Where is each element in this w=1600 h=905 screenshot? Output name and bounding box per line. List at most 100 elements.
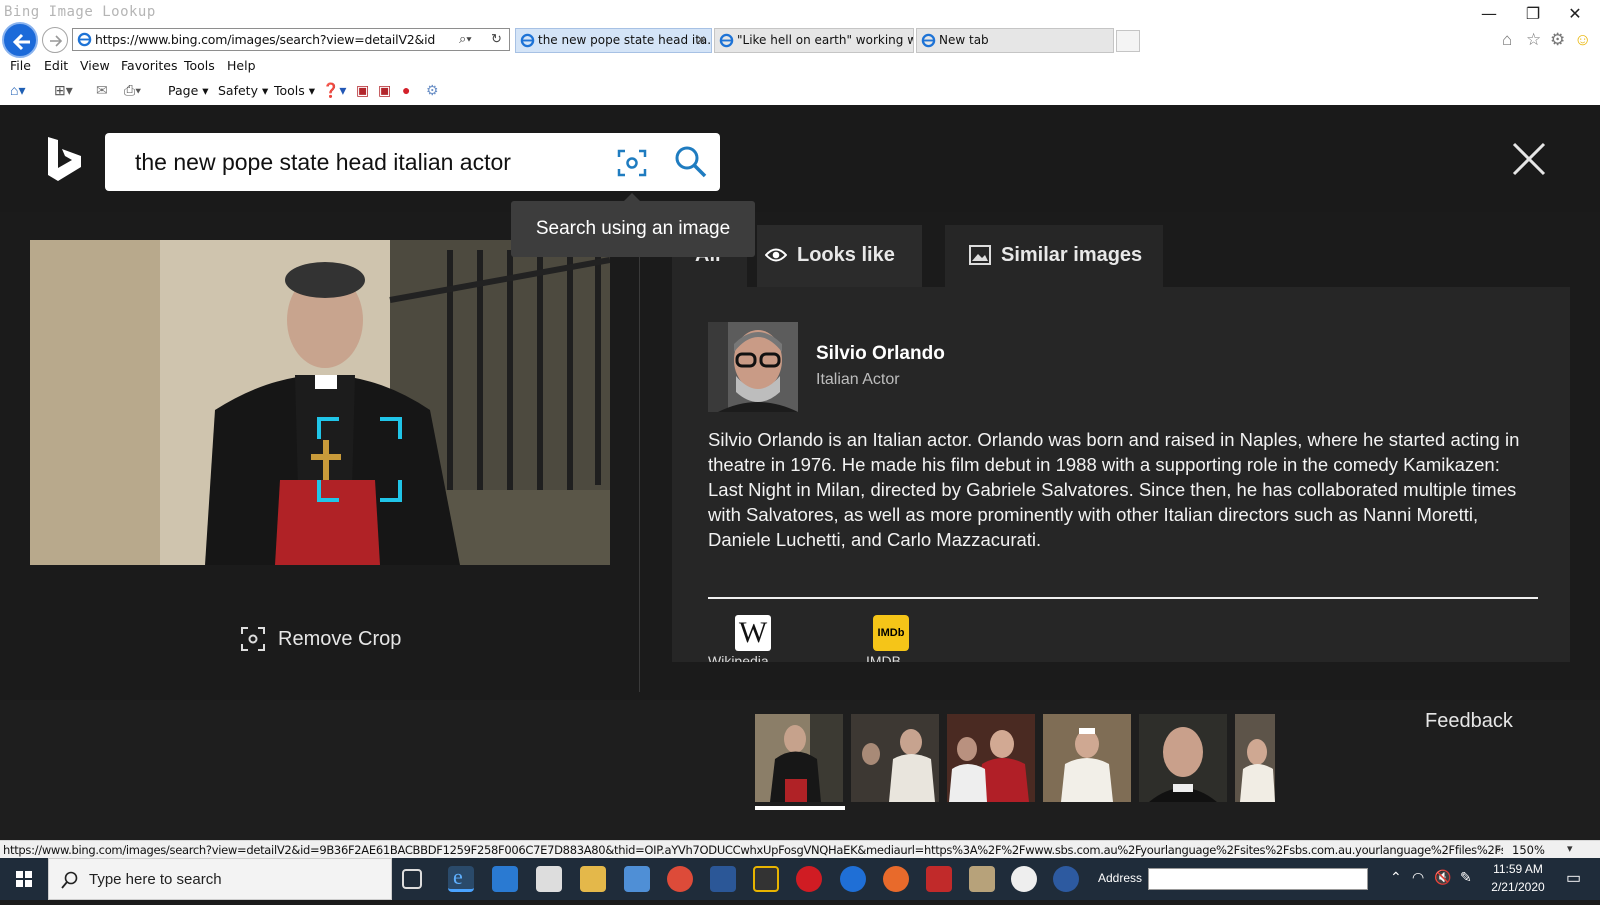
thumb-photo — [947, 714, 1035, 802]
taskbar-date[interactable]: 2/21/2020 — [1486, 880, 1550, 894]
related-image-thumb[interactable] — [1139, 714, 1227, 802]
tab-bing-search[interactable]: the new pope state head ita... ✕ — [515, 28, 712, 53]
wikipedia-icon[interactable]: W — [735, 615, 771, 651]
menu-help[interactable]: Help — [227, 58, 256, 73]
wifi-icon[interactable]: ◠ — [1412, 869, 1424, 886]
app-icon[interactable] — [1053, 866, 1079, 892]
windows-logo-icon — [16, 871, 32, 887]
imdb-icon[interactable]: IMDb — [873, 615, 909, 651]
help-icon[interactable]: ❓▾ — [322, 82, 346, 99]
task-view-icon[interactable] — [402, 869, 422, 889]
tab-looks-like[interactable]: Looks like — [757, 225, 922, 287]
visual-search-icon[interactable] — [615, 146, 649, 180]
bing-logo-icon[interactable] — [46, 135, 84, 183]
edge-icon[interactable] — [840, 866, 866, 892]
ie-icon — [921, 33, 936, 48]
print-icon[interactable]: ⎙▾ — [124, 82, 141, 99]
restore-button[interactable]: ❐ — [1511, 2, 1555, 26]
minimize-button[interactable]: — — [1467, 2, 1511, 26]
tools-menu[interactable]: Tools ▾ — [274, 83, 315, 98]
menu-tools[interactable]: Tools — [184, 58, 215, 73]
tab-similar-images[interactable]: Similar images — [945, 225, 1163, 287]
pen-icon[interactable]: ✎ — [1460, 869, 1472, 886]
related-image-thumb[interactable] — [947, 714, 1035, 802]
home-icon[interactable]: ⌂▾ — [10, 82, 25, 99]
favorites-star-icon[interactable]: ☆ — [1526, 30, 1541, 50]
tab-close-icon[interactable]: ✕ — [696, 29, 706, 52]
forward-button[interactable] — [42, 27, 68, 53]
menu-favorites[interactable]: Favorites — [121, 58, 177, 73]
crop-selection-box[interactable] — [317, 417, 402, 502]
search-box[interactable]: the new pope state head italian actor — [105, 133, 720, 191]
chrome-icon[interactable] — [667, 866, 693, 892]
search-icon[interactable] — [673, 144, 709, 180]
related-image-thumb[interactable] — [1043, 714, 1131, 802]
feeds-icon[interactable]: ⊞▾ — [54, 82, 73, 99]
menu-file[interactable]: File — [10, 58, 31, 73]
taskbar-address-label: Address — [1098, 871, 1143, 885]
norton-icon[interactable] — [753, 866, 779, 892]
close-window-button[interactable]: ✕ — [1553, 2, 1597, 26]
menu-edit[interactable]: Edit — [44, 58, 68, 73]
addon-icon[interactable]: ▣ — [356, 82, 369, 99]
firefox-icon[interactable] — [883, 866, 909, 892]
ie-icon — [520, 33, 535, 48]
person-thumbnail[interactable] — [708, 322, 798, 412]
related-images-strip: Feedback — [0, 700, 1600, 840]
feedback-link[interactable]: Feedback — [1425, 710, 1513, 733]
zoom-level[interactable]: 150% — [1512, 843, 1545, 857]
pinterest-icon[interactable]: ● — [402, 82, 410, 98]
zoom-icon[interactable]: ⌕ — [1495, 842, 1502, 857]
tab-label: the new pope state head ita... — [538, 33, 712, 47]
search-input[interactable]: the new pope state head italian actor — [135, 149, 511, 176]
settings-gear-icon[interactable]: ⚙ — [1550, 30, 1565, 50]
chevron-up-icon[interactable]: ⌃ — [1390, 869, 1402, 886]
new-tab-button[interactable] — [1116, 30, 1140, 52]
mail-icon[interactable]: ✉ — [96, 82, 108, 99]
related-image-thumb[interactable] — [755, 714, 843, 802]
tab-label: "Like hell on earth" working wi... — [737, 33, 914, 47]
close-icon[interactable] — [1510, 140, 1548, 178]
safety-menu[interactable]: Safety ▾ — [218, 83, 268, 98]
search-dropdown-icon[interactable]: ⌕▾ — [459, 31, 472, 47]
home-icon[interactable]: ⌂ — [1502, 30, 1512, 50]
back-button[interactable] — [2, 22, 38, 58]
tab-new[interactable]: New tab — [916, 28, 1114, 53]
ie-taskbar-icon[interactable]: e — [448, 864, 474, 892]
imdb-link-label[interactable]: IMDB — [866, 653, 901, 662]
notifications-icon[interactable]: ▭ — [1566, 868, 1581, 888]
app-icon[interactable] — [926, 866, 952, 892]
related-image-thumb[interactable] — [1235, 714, 1275, 802]
app-icon[interactable] — [624, 866, 650, 892]
addon-icon[interactable]: ▣ — [378, 82, 391, 99]
wikipedia-link-label[interactable]: Wikipedia — [708, 653, 769, 662]
related-image-thumb[interactable] — [851, 714, 939, 802]
start-button[interactable] — [0, 858, 48, 900]
page-menu[interactable]: Page ▾ — [168, 83, 209, 98]
taskbar: Type here to search e Address ⌃ ◠ 🔇 ✎ 11… — [0, 858, 1600, 900]
photos-icon[interactable] — [1011, 866, 1037, 892]
outlook-icon[interactable] — [492, 866, 518, 892]
tab-article[interactable]: "Like hell on earth" working wi... — [714, 28, 914, 53]
feedback-smiley-icon[interactable]: ☺ — [1574, 30, 1591, 50]
entity-card: Silvio Orlando Italian Actor Silvio Orla… — [672, 287, 1570, 662]
zoom-dropdown-icon[interactable]: ▾ — [1567, 842, 1573, 855]
volume-muted-icon[interactable]: 🔇 — [1434, 869, 1451, 886]
file-explorer-icon[interactable] — [580, 866, 606, 892]
query-image[interactable] — [30, 240, 610, 565]
menu-view[interactable]: View — [80, 58, 110, 73]
taskbar-search[interactable]: Type here to search — [48, 858, 392, 900]
gear-icon[interactable]: ⚙ — [426, 82, 439, 99]
taskbar-time[interactable]: 11:59 AM — [1488, 862, 1548, 876]
opera-icon[interactable] — [796, 866, 822, 892]
ie-icon — [719, 33, 734, 48]
solitaire-icon[interactable] — [536, 866, 562, 892]
app-icon[interactable] — [969, 866, 995, 892]
refresh-icon[interactable]: ↻ — [491, 31, 502, 47]
taskbar-address-input[interactable] — [1148, 868, 1368, 890]
address-bar[interactable]: https://www.bing.com/images/search?view=… — [72, 28, 510, 51]
thumb-photo — [755, 714, 843, 802]
word-icon[interactable] — [710, 866, 736, 892]
person-name[interactable]: Silvio Orlando — [816, 343, 945, 365]
address-url[interactable]: https://www.bing.com/images/search?view=… — [95, 32, 435, 47]
